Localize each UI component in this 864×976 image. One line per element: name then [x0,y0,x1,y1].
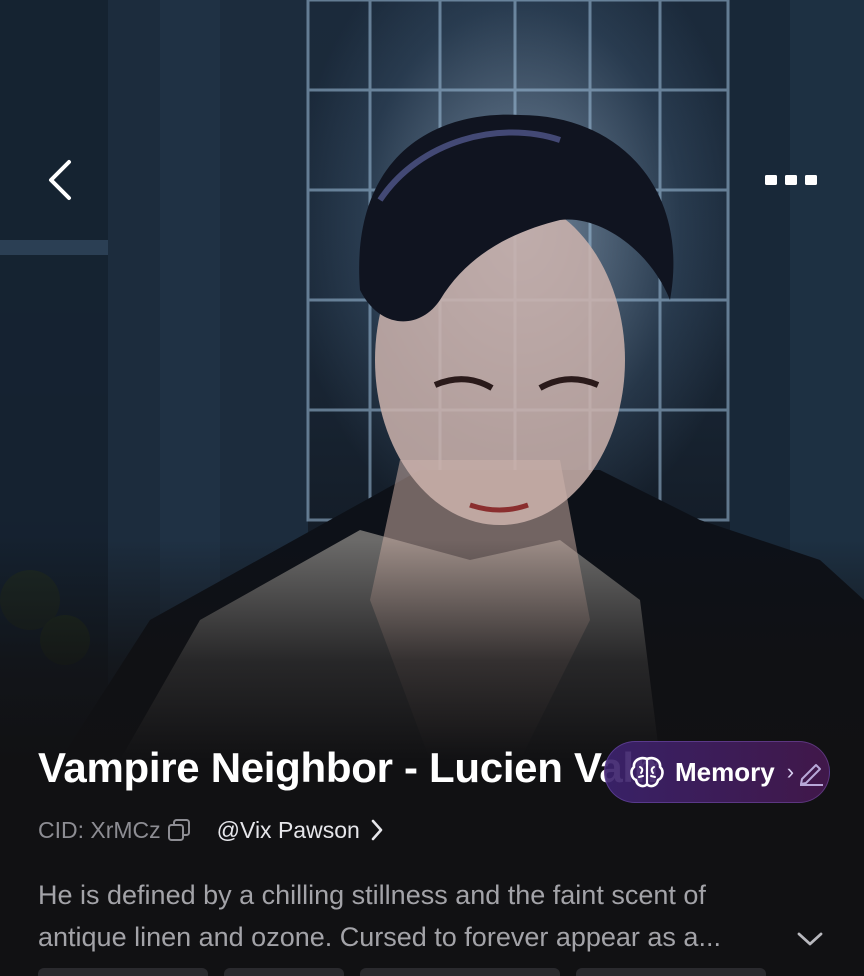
chevron-right-icon: › [786,759,795,784]
edit-pencil-icon [800,764,824,786]
character-description: He is defined by a chilling stillness an… [38,874,778,958]
memory-label: Memory [675,756,775,787]
creator-link[interactable]: @Vix Pawson [217,817,384,844]
more-options-button[interactable] [756,158,826,202]
character-meta-row: CID: XrMCz @Vix Pawson [38,812,384,848]
back-button[interactable] [36,156,84,204]
memory-button[interactable]: Memory › [604,741,830,803]
character-cover-image [0,0,864,760]
tag-chip-peek [224,968,344,976]
tag-chip-peek [360,968,560,976]
tag-chip-peek [38,968,208,976]
description-line-2: antique linen and ozone. Cursed to forev… [38,922,721,952]
expand-description-button[interactable] [790,922,830,956]
creator-name: @Vix Pawson [216,816,360,843]
cover-fade-overlay [0,540,864,760]
ellipsis-icon [765,175,817,185]
character-title: Vampire Neighbor - Lucien Valmont [38,744,658,791]
copy-icon[interactable] [167,818,191,842]
description-line-1: He is defined by a chilling stillness an… [38,880,706,910]
tag-chip-peek [576,968,766,976]
chevron-left-icon [49,160,71,200]
chevron-right-icon [370,818,384,842]
character-id: CID: XrMCz [38,816,161,843]
character-profile-page: Vampire Neighbor - Lucien Valmont Memory… [0,0,864,976]
brain-icon [630,756,664,788]
chevron-down-icon [797,932,823,946]
